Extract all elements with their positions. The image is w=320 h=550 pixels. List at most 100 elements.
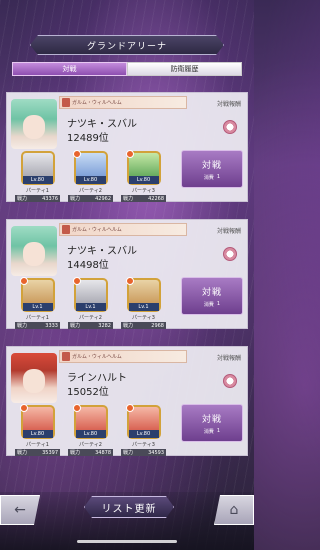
player-name: ナツキ・スバル [67, 246, 137, 257]
reward-label[interactable]: 対戦報酬 [217, 99, 241, 108]
unit-level: Lv.80 [22, 430, 53, 438]
opponent-avatar [11, 353, 57, 403]
battle-button-label: 対戦 [201, 160, 222, 171]
team-slot[interactable]: Lv.1 パーティ1 戦力 3333 [15, 277, 60, 329]
team-list: Lv.1 パーティ1 戦力 3333 Lv.1 パーティ2 戦力 3282 Lv.1… [15, 277, 166, 329]
team-list: Lv.80 パーティ1 戦力 35397 Lv.80 パーティ2 戦力 34878 … [15, 404, 166, 456]
unit-portrait: Lv.80 [72, 404, 108, 439]
unit-portrait: Lv.1 [19, 277, 55, 312]
battle-button[interactable]: 対戦 消費 1 [181, 277, 243, 315]
team-slot[interactable]: Lv.80 パーティ2 戦力 42962 [68, 150, 113, 202]
back-arrow-icon: ← [14, 502, 26, 518]
back-button[interactable]: ← [0, 495, 40, 525]
cost-label: 消費 [203, 428, 214, 435]
unit-portrait: Lv.80 [19, 404, 55, 439]
team-power: 戦力 34878 [68, 449, 113, 456]
player-rank: 14498位 [67, 260, 109, 271]
team-slot[interactable]: Lv.1 パーティ2 戦力 3282 [68, 277, 113, 329]
cost-value: 1 [216, 174, 221, 180]
team-power: 戦力 2968 [121, 322, 166, 329]
unit-level: Lv.80 [75, 430, 106, 438]
team-label: パーティ1 [26, 315, 49, 321]
unit-portrait: Lv.80 [72, 150, 108, 185]
unit-level: Lv.80 [75, 176, 106, 184]
flag-icon [62, 352, 70, 361]
tab-battle[interactable]: 対戦 [12, 62, 127, 76]
power-value: 2968 [151, 322, 164, 329]
reward-label[interactable]: 対戦報酬 [217, 226, 241, 235]
power-label: 戦力 [123, 323, 134, 329]
power-label: 戦力 [70, 323, 81, 329]
title-banner: ガルム・ウィルヘルム [59, 223, 187, 236]
cost-info: 消費 1 [204, 428, 220, 435]
avatar-face [23, 115, 45, 139]
reward-label[interactable]: 対戦報酬 [217, 353, 241, 362]
element-icon [72, 150, 81, 158]
battle-button-label: 対戦 [201, 287, 222, 298]
team-slot[interactable]: Lv.1 パーティ3 戦力 2968 [121, 277, 166, 329]
team-slot[interactable]: Lv.80 パーティ1 戦力 35397 [15, 404, 60, 456]
element-icon [125, 404, 134, 412]
cost-label: 消費 [203, 301, 214, 308]
player-name: ラインハルト [67, 373, 127, 384]
team-label: パーティ2 [79, 315, 102, 321]
title-banner: ガルム・ウィルヘルム [59, 96, 187, 109]
team-slot[interactable]: Lv.80 パーティ1 戦力 43376 [15, 151, 60, 202]
team-label: パーティ2 [79, 442, 102, 448]
unit-level: Lv.80 [128, 176, 159, 184]
player-rank: 15052位 [67, 387, 109, 398]
unit-level: Lv.1 [75, 303, 106, 311]
battle-button[interactable]: 対戦 消費 1 [181, 150, 243, 188]
unit-level: Lv.1 [22, 303, 53, 311]
cost-value: 1 [216, 301, 221, 307]
unit-portrait: Lv.80 [125, 404, 161, 439]
unit-portrait: Lv.1 [125, 277, 161, 312]
power-value: 34593 [148, 449, 164, 456]
player-name: ナツキ・スバル [67, 119, 137, 130]
team-power: 戦力 43376 [15, 195, 60, 202]
title-banner-text: ガルム・ウィルヘルム [72, 227, 122, 233]
unit-portrait: Lv.80 [20, 151, 55, 185]
avatar-face [23, 242, 45, 266]
power-value: 35397 [42, 449, 58, 456]
opponent-avatar [11, 226, 57, 276]
flag-icon [62, 98, 70, 107]
team-power: 戦力 34593 [121, 449, 166, 456]
power-label: 戦力 [123, 196, 134, 202]
unit-portrait: Lv.80 [125, 150, 161, 185]
flag-icon [62, 225, 70, 234]
emblem-icon [223, 120, 237, 134]
element-icon [125, 150, 134, 158]
team-slot[interactable]: Lv.80 パーティ3 戦力 42268 [121, 150, 166, 202]
emblem-icon [223, 247, 237, 261]
avatar-face [23, 369, 45, 393]
power-label: 戦力 [17, 196, 28, 202]
cost-info: 消費 1 [204, 174, 220, 181]
power-label: 戦力 [17, 450, 28, 456]
power-value: 3333 [45, 322, 58, 329]
home-button[interactable]: ⌂ [214, 495, 254, 525]
opponent-avatar [11, 99, 57, 149]
team-power: 戦力 42268 [121, 195, 166, 202]
power-value: 42268 [148, 195, 164, 202]
element-icon [19, 277, 28, 285]
refresh-list-label: リスト更新 [101, 503, 157, 515]
team-power: 戦力 35397 [15, 449, 60, 456]
team-label: パーティ1 [26, 442, 49, 448]
team-slot[interactable]: Lv.80 パーティ3 戦力 34593 [121, 404, 166, 456]
home-indicator[interactable] [77, 540, 177, 543]
power-value: 3282 [98, 322, 111, 329]
tab-defense-history[interactable]: 防衛履歴 [127, 62, 242, 76]
opponent-card: ガルム・ウィルヘルム 対戦報酬 ラインハルト 15052位 Lv.80 パーティ… [6, 346, 248, 456]
battle-button[interactable]: 対戦 消費 1 [181, 404, 243, 442]
cost-label: 消費 [203, 174, 214, 181]
cost-info: 消費 1 [204, 301, 220, 308]
title-banner-text: ガルム・ウィルヘルム [72, 100, 122, 106]
player-rank: 12489位 [67, 133, 109, 144]
title-banner: ガルム・ウィルヘルム [59, 350, 187, 363]
team-slot[interactable]: Lv.80 パーティ2 戦力 34878 [68, 404, 113, 456]
element-icon [19, 404, 28, 412]
power-label: 戦力 [17, 323, 28, 329]
refresh-list-button[interactable]: リスト更新 [84, 496, 174, 518]
team-list: Lv.80 パーティ1 戦力 43376 Lv.80 パーティ2 戦力 42962 … [15, 150, 166, 202]
